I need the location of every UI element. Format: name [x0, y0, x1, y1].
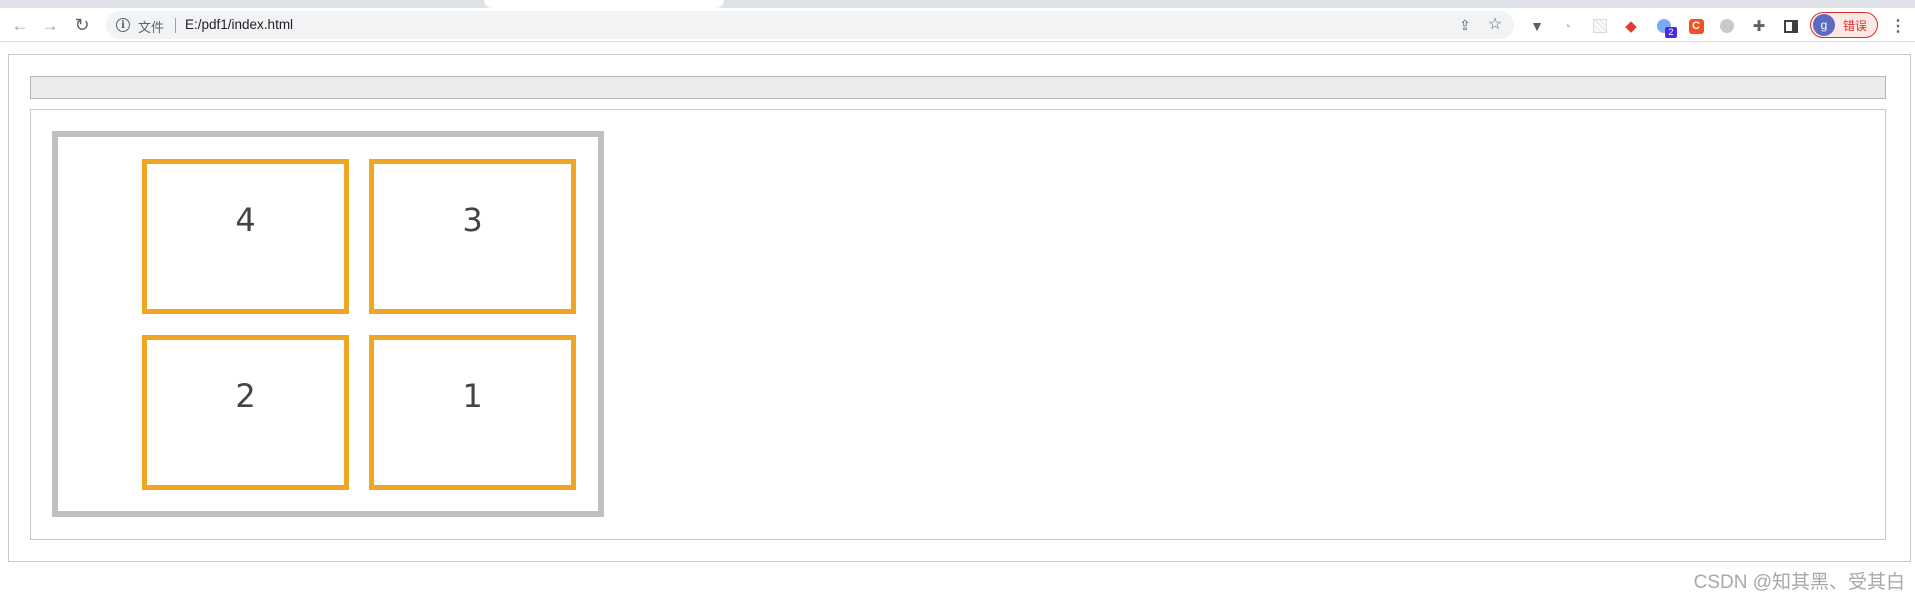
more-menu-icon[interactable]: ⋮: [1890, 17, 1906, 35]
bookmark-star-icon[interactable]: ☆: [1486, 15, 1504, 33]
url-text[interactable]: E:/pdf1/index.html: [185, 17, 293, 32]
omnibox-divider: [175, 18, 176, 33]
grid-cell: 1: [369, 335, 576, 490]
cube-extension-icon[interactable]: ◆: [1622, 17, 1640, 35]
back-arrow-icon[interactable]: ←: [8, 13, 32, 37]
forward-arrow-icon[interactable]: →: [38, 13, 62, 37]
extensions-puzzle-icon[interactable]: ✚: [1750, 17, 1768, 35]
browser-toolbar: ← → ↻ i 文件 E:/pdf1/index.html ⇪ ☆ ▼ ◔ ◆ …: [0, 8, 1915, 42]
vue-devtools-icon[interactable]: ▼: [1528, 17, 1546, 35]
active-tab[interactable]: [484, 0, 724, 8]
profile-error-label: 错误: [1843, 18, 1868, 33]
csdn-watermark: CSDN @知其黑、受其白: [1693, 572, 1905, 593]
page-top-bar: [30, 76, 1886, 99]
feather-extension-icon[interactable]: [1718, 17, 1736, 35]
reload-icon[interactable]: ↻: [70, 13, 94, 37]
timer-extension-icon[interactable]: ◔: [1558, 17, 1576, 35]
tab-strip: [0, 0, 1915, 8]
address-bar[interactable]: i 文件 E:/pdf1/index.html ⇪ ☆: [106, 11, 1514, 39]
c-extension-icon[interactable]: C: [1687, 17, 1705, 35]
grid-cell: 3: [369, 159, 576, 314]
info-icon[interactable]: i: [116, 18, 130, 32]
side-panel-icon[interactable]: [1782, 17, 1800, 35]
site-info-label[interactable]: 文件: [138, 17, 164, 36]
avatar: g: [1813, 14, 1835, 36]
grid-cell: 4: [142, 159, 349, 314]
profile-error-button[interactable]: g 错误: [1810, 12, 1878, 38]
share-icon[interactable]: ⇪: [1456, 16, 1474, 34]
grid-cell: 2: [142, 335, 349, 490]
grid-extension-icon[interactable]: [1591, 17, 1609, 35]
extension-badge: 2: [1665, 27, 1677, 38]
